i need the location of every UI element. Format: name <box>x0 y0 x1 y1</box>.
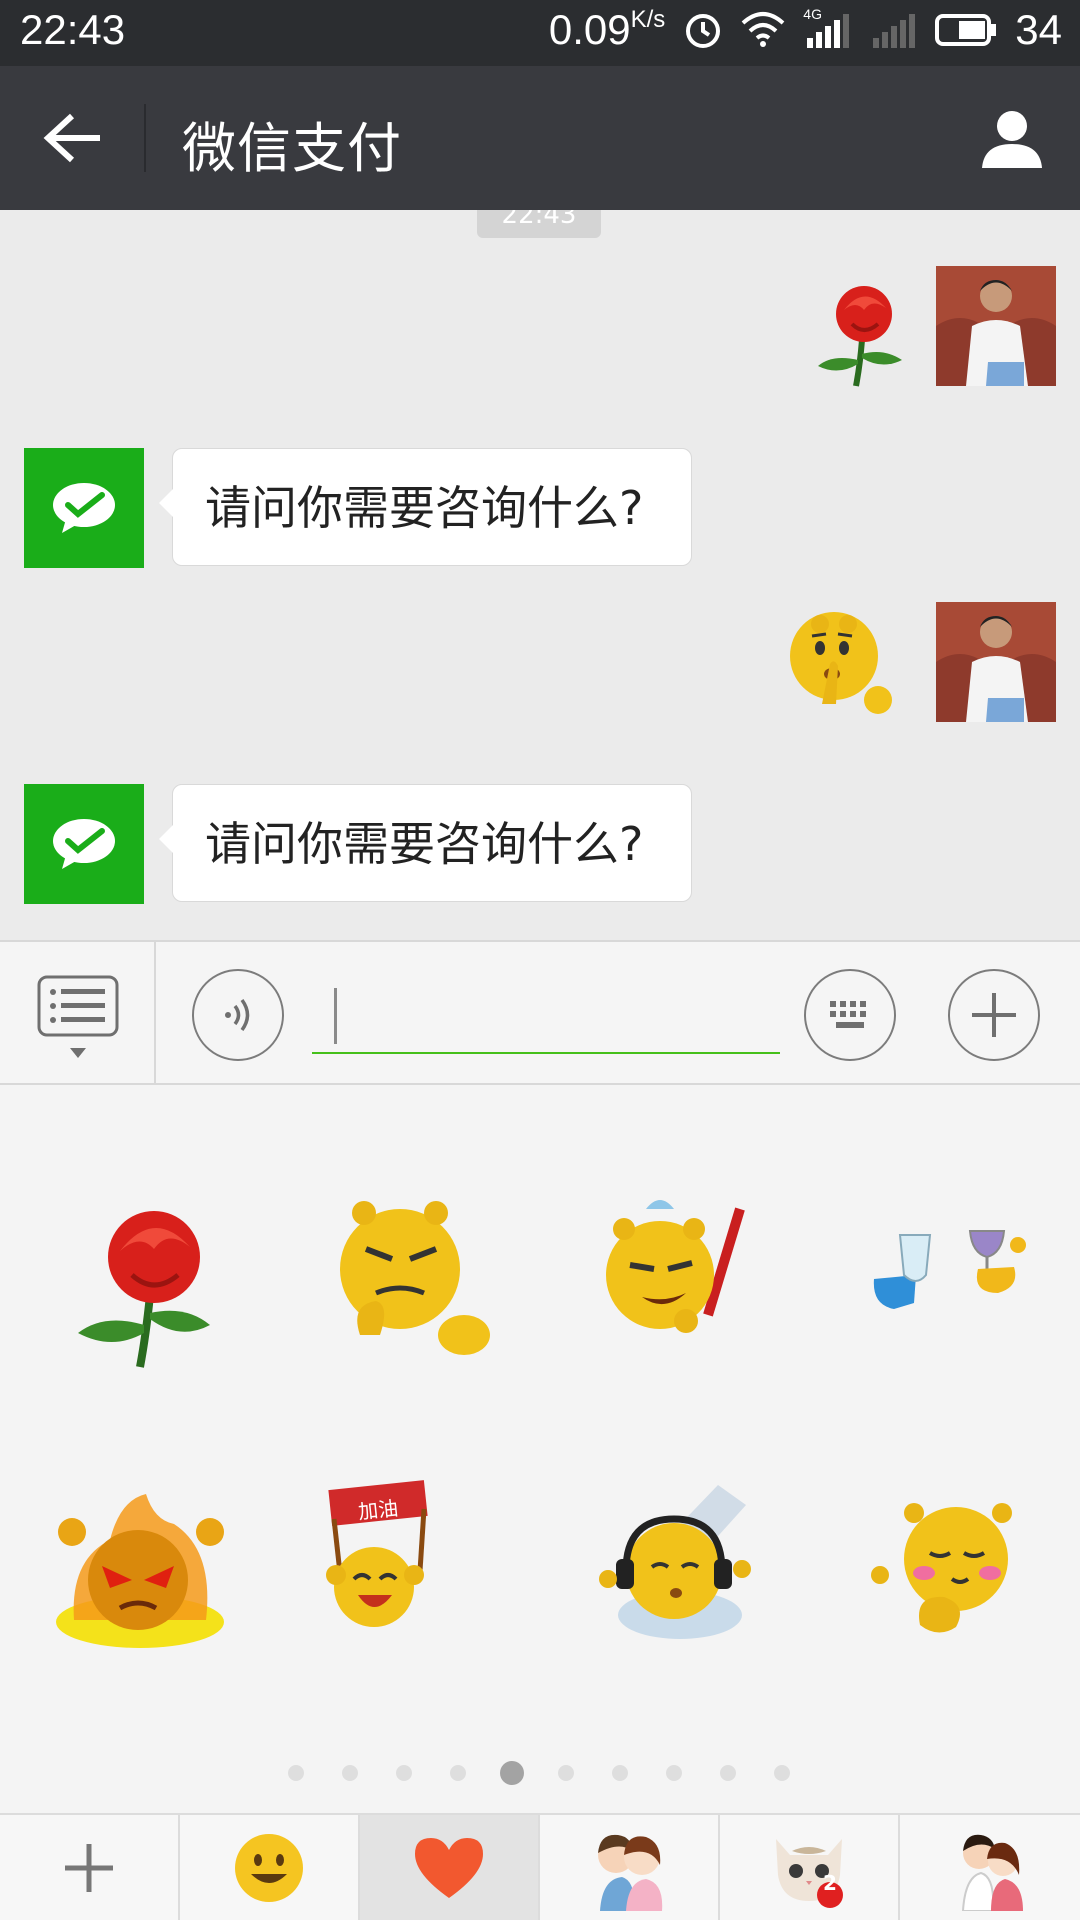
page-dot[interactable] <box>666 1765 682 1781</box>
avatar[interactable] <box>936 602 1056 722</box>
service-menu-icon[interactable] <box>36 974 120 1064</box>
text-cursor <box>334 988 337 1044</box>
signal-empty-icon <box>873 14 916 48</box>
plus-icon <box>972 993 1016 1037</box>
net-speed: 0.09K/s <box>548 6 666 53</box>
message-bubble[interactable]: 请问你需要咨询什么? <box>159 784 692 902</box>
tab-lovers-stickers[interactable] <box>900 1815 1080 1920</box>
voice-icon <box>225 998 250 1032</box>
add-icon <box>65 1843 113 1892</box>
chat-header: 微信支付 <box>0 66 1080 210</box>
shy-blush-sticker[interactable] <box>860 1475 1040 1655</box>
message-input[interactable] <box>312 976 780 1054</box>
sly-flag-sticker[interactable] <box>590 1185 770 1365</box>
message-bubble[interactable]: 请问你需要咨询什么? <box>159 448 692 566</box>
rose-sticker[interactable] <box>812 280 912 390</box>
keyboard-button[interactable] <box>804 969 896 1061</box>
page-dot[interactable] <box>288 1765 304 1781</box>
page-dot[interactable] <box>558 1765 574 1781</box>
angry-fire-sticker[interactable] <box>50 1480 230 1660</box>
page-dot-active[interactable] <box>500 1761 524 1785</box>
voice-button[interactable] <box>192 969 284 1061</box>
page-dot[interactable] <box>450 1765 466 1781</box>
tab-emoji[interactable] <box>180 1815 360 1920</box>
thinking-smirk-sticker[interactable] <box>320 1185 500 1365</box>
page-dot[interactable] <box>612 1765 628 1781</box>
profile-icon[interactable] <box>980 106 1044 170</box>
wechat-pay-logo-icon <box>53 483 115 533</box>
status-bar: 22:43 0.09K/s 4G 34 <box>0 0 1080 66</box>
sticker-tab-bar: 2 <box>0 1813 1080 1920</box>
cheers-drinks-sticker[interactable] <box>860 1195 1040 1375</box>
input-divider <box>154 942 156 1083</box>
cat-badge: 2 <box>823 1871 837 1895</box>
page-dot[interactable] <box>774 1765 790 1781</box>
page-dot[interactable] <box>720 1765 736 1781</box>
wechat-pay-logo-icon <box>53 819 115 869</box>
header-divider <box>144 104 146 172</box>
tab-add-sticker[interactable] <box>0 1815 180 1920</box>
chat-area[interactable]: 22:43 请问你需要咨询什么? 请问你需要咨询什么? <box>0 210 1080 940</box>
cat-sticker-icon <box>776 1838 843 1908</box>
page-dot[interactable] <box>396 1765 412 1781</box>
more-button[interactable] <box>948 969 1040 1061</box>
signal-4g-icon: 4G <box>803 6 851 50</box>
avatar[interactable] <box>24 448 144 568</box>
tab-couple-stickers[interactable] <box>540 1815 720 1920</box>
time-divider: 22:43 <box>477 210 601 238</box>
avatar[interactable] <box>24 784 144 904</box>
alarm-icon <box>686 14 721 48</box>
tab-favorites[interactable] <box>360 1815 540 1920</box>
input-toolbar <box>0 940 1080 1085</box>
back-arrow-icon[interactable] <box>40 110 104 166</box>
keyboard-icon <box>830 1001 866 1028</box>
couple-sticker-icon <box>598 1834 663 1911</box>
rose-sticker[interactable] <box>60 1195 240 1375</box>
status-indicators: 0.09K/s 4G 34 <box>549 6 1062 54</box>
heart-icon <box>415 1837 483 1898</box>
page-indicator <box>0 1761 1080 1785</box>
tab-cat-stickers[interactable]: 2 <box>720 1815 900 1920</box>
shush-emoji-sticker[interactable] <box>782 604 902 720</box>
headphones-music-sticker[interactable] <box>590 1475 770 1655</box>
smiley-icon <box>235 1833 303 1902</box>
page-dot[interactable] <box>342 1765 358 1781</box>
page-title: 微信支付 <box>182 117 402 180</box>
battery-level: 34 <box>1015 6 1062 53</box>
battery-icon <box>935 14 997 46</box>
status-time: 22:43 <box>20 6 126 53</box>
sticker-panel: 加油 <box>0 1085 1080 1813</box>
lovers-sticker-icon <box>961 1834 1023 1911</box>
wifi-icon <box>741 12 785 47</box>
avatar[interactable] <box>936 266 1056 386</box>
